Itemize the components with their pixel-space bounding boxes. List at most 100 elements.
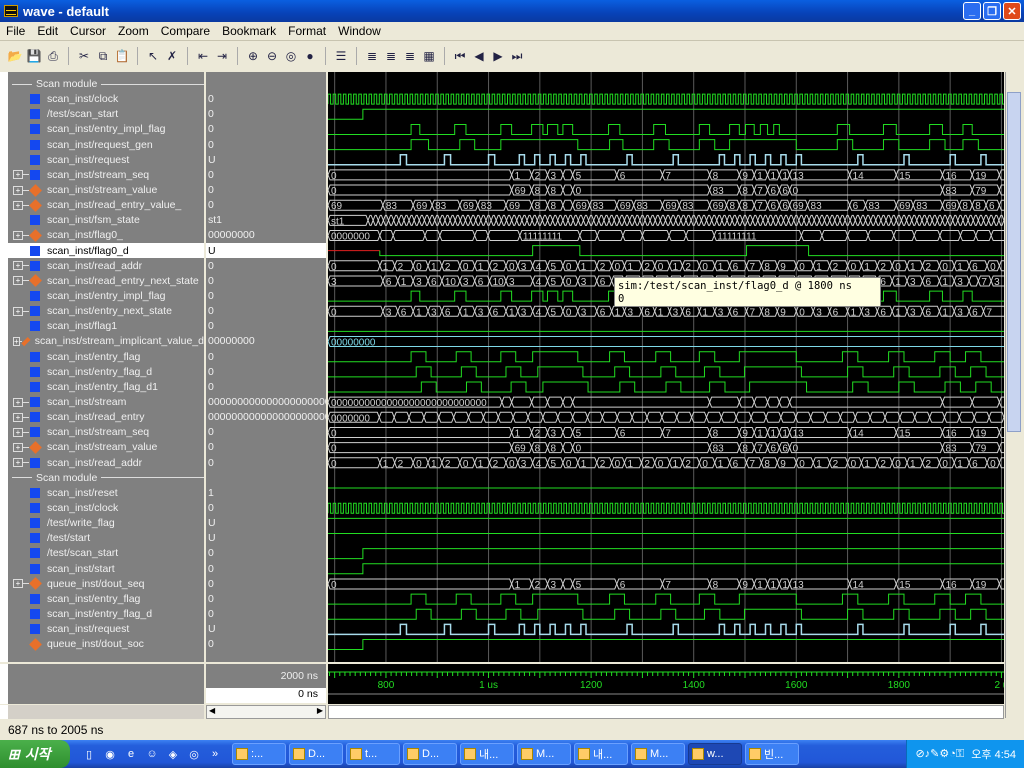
delete-all-cursors-button[interactable]: ▦ bbox=[420, 47, 438, 65]
zoom-in-button[interactable]: ⊕ bbox=[244, 47, 262, 65]
media-icon[interactable]: ◎ bbox=[186, 746, 202, 762]
save-button[interactable]: 💾 bbox=[25, 47, 43, 65]
signal-value-row[interactable]: 0 bbox=[206, 576, 326, 591]
zoom-full-button[interactable]: ◎ bbox=[282, 47, 300, 65]
wave-scan-inst-fsm-state[interactable]: st1 bbox=[328, 214, 1004, 227]
signal-value-row[interactable]: 0 bbox=[206, 122, 326, 137]
menu-format[interactable]: Format bbox=[282, 24, 332, 38]
signal-value-row[interactable]: 0 bbox=[206, 107, 326, 122]
find-next-transition-button[interactable]: ⇥ bbox=[213, 47, 231, 65]
previous-edge-button[interactable]: ◀ bbox=[470, 47, 488, 65]
expand-icon[interactable]: + bbox=[13, 185, 23, 195]
maximize-button[interactable]: ❐ bbox=[983, 2, 1001, 20]
wave-scan-inst-entry-flag-d[interactable] bbox=[328, 366, 1004, 378]
signal-row[interactable]: scan_inst/flag0_d bbox=[8, 243, 204, 259]
signal-value-row[interactable]: 0 bbox=[206, 379, 326, 394]
taskbar-task[interactable]: 빈... bbox=[745, 743, 799, 765]
signal-value-row[interactable]: U bbox=[206, 152, 326, 167]
ie-icon[interactable]: e bbox=[123, 746, 139, 762]
wave-scan-inst-read-addr[interactable]: 0120120120345012012012016789012012012016… bbox=[328, 260, 1004, 273]
signal-row[interactable]: + scan_inst/stream_implicant_value_d bbox=[8, 334, 204, 349]
signal-value-row[interactable]: 0 bbox=[206, 304, 326, 319]
signal-value-row[interactable]: 0 bbox=[206, 364, 326, 379]
last-edge-button[interactable]: ⏭ bbox=[508, 47, 526, 65]
taskbar-task[interactable]: :... bbox=[232, 743, 286, 765]
more-chevron-icon[interactable]: » bbox=[207, 746, 223, 762]
signal-value-row[interactable]: U bbox=[206, 622, 326, 637]
time-axis[interactable]: 800 1 us 1200 1400 1600 1800 2 u bbox=[328, 664, 1004, 704]
signal-row[interactable]: + scan_inst/stream bbox=[8, 394, 204, 409]
signal-value-row[interactable]: 0 bbox=[206, 561, 326, 576]
show-desktop-icon[interactable]: ▯ bbox=[81, 746, 97, 762]
wave-test-scan-start[interactable] bbox=[328, 108, 1004, 120]
select-pointer-button[interactable]: ↖ bbox=[144, 47, 162, 65]
scroll-thumb[interactable] bbox=[1007, 92, 1021, 432]
waveform-pane[interactable]: 0 1 2 3 5 6 7 8 9 1 1 1 13 14 15 16 190 69 8 8 0 83 8 7 6 6 0 83 796… bbox=[328, 72, 1004, 662]
insert-cursor-button[interactable]: ≣ bbox=[363, 47, 381, 65]
signal-value-row[interactable]: 0 bbox=[206, 425, 326, 440]
signal-row[interactable]: scan_inst/entry_flag_d1 bbox=[8, 379, 204, 394]
print-button[interactable]: ⎙ bbox=[44, 47, 62, 65]
cursor-down-button[interactable]: ≣ bbox=[401, 47, 419, 65]
wave-scan-inst-stream-value[interactable]: 0 69 8 8 0 83 8 7 6 6 0 83 79 bbox=[328, 442, 1004, 455]
taskbar-task[interactable]: M... bbox=[631, 743, 685, 765]
tray-icons[interactable]: ⊘♪✎⚙◔⚿ bbox=[915, 747, 964, 761]
wave-scan-inst-read-entry[interactable]: 0000000 bbox=[328, 411, 1004, 424]
menu-zoom[interactable]: Zoom bbox=[112, 24, 155, 38]
wave-scan-inst-entry-flag[interactable] bbox=[328, 351, 1004, 363]
paste-button[interactable]: 📋 bbox=[113, 47, 131, 65]
signal-row[interactable]: scan_inst/entry_flag_d bbox=[8, 364, 204, 379]
wave-queue-inst-dout-seq[interactable]: 0 1 2 3 5 6 7 8 9 1 1 1 13 14 15 16 19 bbox=[328, 578, 1004, 591]
signal-row[interactable]: scan_inst/flag1 bbox=[8, 319, 204, 334]
signal-value-row[interactable]: 00000000 bbox=[206, 334, 326, 349]
expand-icon[interactable]: + bbox=[13, 200, 23, 210]
signal-row[interactable]: /test/scan_start bbox=[8, 546, 204, 561]
signal-row[interactable]: + scan_inst/stream_seq bbox=[8, 167, 204, 182]
signal-value-row[interactable]: 0 bbox=[206, 500, 326, 515]
signal-row[interactable]: scan_inst/entry_impl_flag bbox=[8, 288, 204, 303]
open-folder-button[interactable]: 📂 bbox=[6, 47, 24, 65]
signal-row[interactable]: + scan_inst/read_entry_value_ bbox=[8, 198, 204, 213]
signal-row[interactable]: scan_inst/fsm_state bbox=[8, 213, 204, 228]
signal-value-row[interactable]: 0000000000000000000000000000000 bbox=[206, 410, 326, 425]
next-edge-button[interactable]: ▶ bbox=[489, 47, 507, 65]
copy-button[interactable]: ⧉ bbox=[94, 47, 112, 65]
signal-row[interactable]: + scan_inst/read_entry_next_state bbox=[8, 273, 204, 288]
wave-scan-inst-entry-next-state[interactable]: 0361361361345036136136136789036136136136… bbox=[328, 305, 1004, 318]
expand-icon[interactable]: + bbox=[13, 458, 23, 468]
app-icon[interactable]: ◈ bbox=[165, 746, 181, 762]
close-button[interactable]: ✕ bbox=[1003, 2, 1021, 20]
wave-pane-hscrollbar[interactable] bbox=[328, 705, 1004, 719]
signal-row[interactable]: + scan_inst/flag0_ bbox=[8, 228, 204, 243]
wave-scan-inst-stream[interactable]: 0000000000000000000000000000 bbox=[328, 396, 1004, 409]
wave-scan-inst-stream-seq[interactable]: 0 1 2 3 5 6 7 8 9 1 1 1 13 14 15 16 19 bbox=[328, 169, 1004, 182]
wave-queue-inst-dout-soc[interactable] bbox=[328, 639, 1004, 651]
wave-test-scan-start[interactable] bbox=[328, 548, 1004, 560]
signal-row[interactable]: scan_inst/request_gen bbox=[8, 137, 204, 152]
signal-row[interactable]: scan_inst/clock bbox=[8, 500, 204, 515]
wave-scan-inst-entry-flag[interactable] bbox=[328, 593, 1004, 605]
signal-row[interactable]: scan_inst/start bbox=[8, 561, 204, 576]
add-divider-button[interactable]: ☰ bbox=[332, 47, 350, 65]
signal-value-row[interactable]: 0 bbox=[206, 455, 326, 470]
signal-value-row[interactable]: 0 bbox=[206, 137, 326, 152]
wave-scan-inst-start[interactable] bbox=[328, 563, 1004, 575]
taskbar-task[interactable]: w... bbox=[688, 743, 742, 765]
signal-row[interactable]: queue_inst/dout_soc bbox=[8, 637, 204, 652]
wave-scan-inst-stream-value[interactable]: 0 69 8 8 0 83 8 7 6 6 0 83 79 bbox=[328, 184, 1004, 197]
cursor-time-value[interactable]: 0 ns bbox=[206, 688, 326, 703]
signal-value-row[interactable]: 0 bbox=[206, 182, 326, 197]
wave-scan-inst-flag0-d[interactable] bbox=[328, 245, 1004, 257]
expand-icon[interactable]: + bbox=[13, 261, 23, 271]
outlook-icon[interactable]: ◉ bbox=[102, 746, 118, 762]
signal-row[interactable]: scan_inst/clock bbox=[8, 92, 204, 107]
scroll-left-arrow-icon[interactable]: ◀ bbox=[209, 706, 215, 715]
wave-scan-inst-entry-impl-flag[interactable] bbox=[328, 123, 1004, 135]
signal-value-row[interactable]: 0 bbox=[206, 273, 326, 288]
expand-icon[interactable]: + bbox=[13, 336, 20, 346]
group-divider[interactable]: Scan module bbox=[8, 77, 204, 92]
messenger-icon[interactable]: ☺ bbox=[144, 746, 160, 762]
find-previous-transition-button[interactable]: ⇤ bbox=[194, 47, 212, 65]
signal-value-row[interactable]: 0 bbox=[206, 92, 326, 107]
signal-name-pane[interactable]: Scan module scan_inst/clock/test/scan_sta… bbox=[0, 72, 204, 662]
